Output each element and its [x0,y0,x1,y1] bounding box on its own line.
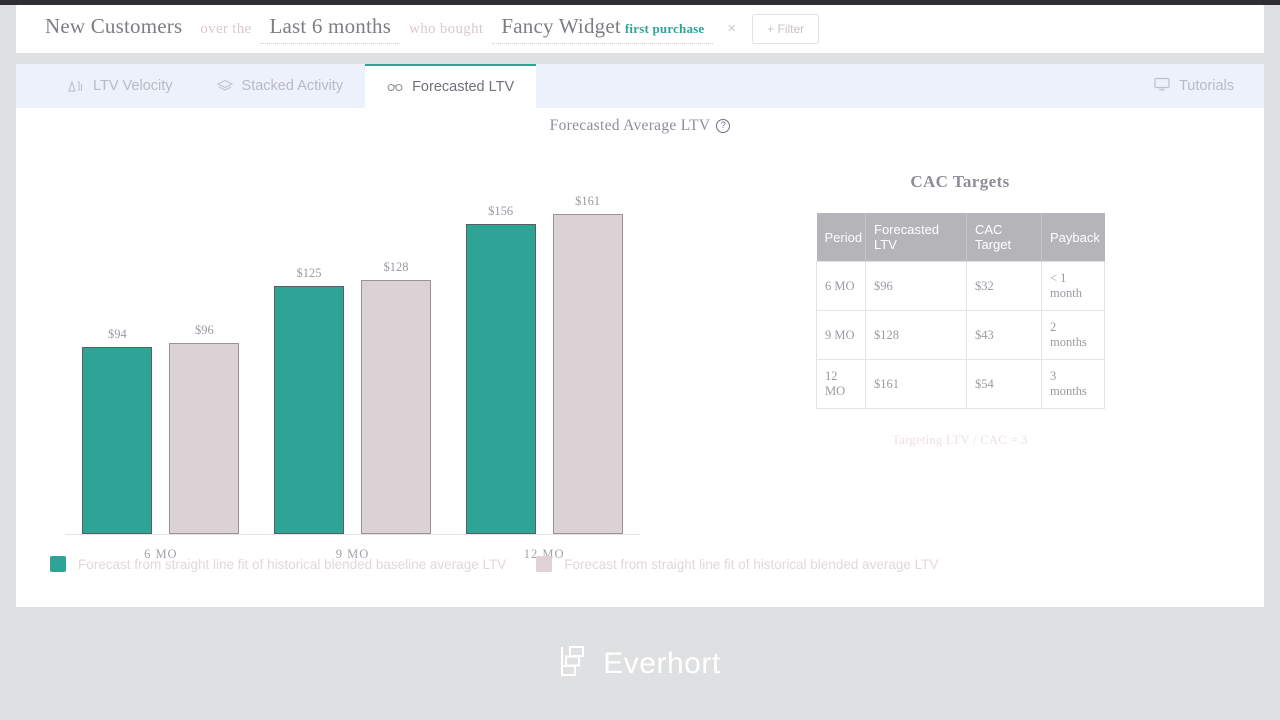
tab-ltv-velocity[interactable]: LTV Velocity [46,64,195,108]
tab-label: LTV Velocity [93,78,173,94]
query-segment-product[interactable]: Fancy Widget first purchase [492,14,714,44]
page-title: Forecasted Average LTV? [16,117,1264,135]
legend-item-baseline[interactable]: Forecast from straight line fit of histo… [50,556,506,572]
chart-bar[interactable] [552,214,623,534]
column-header-cac-target: CAC Target [966,213,1042,262]
column-header-period: Period [816,213,866,262]
chart-bar[interactable] [82,347,153,534]
table-cell: 9 MO [816,310,866,360]
chart-bar[interactable] [361,280,431,534]
query-segments: New Customers over the Last 6 months who… [16,14,820,44]
cac-targets-table: Period Forecasted LTV CAC Target Payback… [816,213,1105,409]
query-connector-over-the: over the [200,21,252,37]
tutorials-label: Tutorials [1178,78,1234,94]
table-cell: $32 [966,261,1042,311]
bar-value-label: $161 [575,194,601,208]
query-connector-who-bought: who bought [409,21,484,37]
table-cell: 12 MO [816,359,866,409]
table-cell: $54 [966,359,1042,409]
table-cell: $96 [865,261,967,311]
tutorials-button[interactable]: Tutorials [1154,64,1264,108]
cac-targets-section: CAC Targets Period Forecasted LTV CAC Ta… [816,172,1105,448]
legend-swatch-teal [50,556,66,572]
query-filter-bar: New Customers over the Last 6 months who… [16,5,1264,53]
layers-icon [216,78,233,94]
table-row: 6 MO $96 $32 < 1 month [816,261,1105,311]
brand-name: Everhort [603,646,721,680]
stacked-blocks-icon [559,645,589,682]
query-segment-timeframe[interactable]: Last 6 months [260,14,401,44]
add-filter-button[interactable]: + Filter [752,14,820,44]
cac-table-body: 6 MO $96 $32 < 1 month 9 MO $128 $43 2 months 12… [816,261,1105,409]
bar-value-label: $125 [296,266,322,280]
chart-bar[interactable] [465,224,536,534]
cac-title: CAC Targets [910,172,1010,191]
table-row: 9 MO $128 $43 2 months [816,310,1105,360]
footer: Everhort [0,607,1280,720]
chart-bar[interactable] [169,343,240,534]
column-header-payback: Payback [1041,213,1105,262]
query-product-tag: first purchase [624,21,705,36]
tab-label: Forecasted LTV [412,79,515,95]
table-row: 12 MO $161 $54 3 months [816,359,1105,409]
table-cell: 6 MO [816,261,866,311]
table-cell: $128 [865,310,967,360]
close-icon[interactable]: × [713,21,748,36]
table-cell: 3 months [1041,359,1105,409]
table-header-row: Period Forecasted LTV CAC Target Payback [816,213,1105,262]
bar-value-label: $94 [107,327,127,341]
velocity-chart-icon [68,78,84,94]
cac-table-head: Period Forecasted LTV CAC Target Payback [816,213,1105,262]
app-root: New Customers over the Last 6 months who… [0,0,1280,720]
tab-list: LTV Velocity Stacked Activity Forecasted… [16,64,537,108]
chart-bar[interactable] [274,286,344,534]
table-cell: 2 months [1041,310,1105,360]
legend-label: Forecast from straight line fit of histo… [564,556,939,572]
cac-note: Targeting LTV / CAC = 3 [892,433,1028,447]
query-product-name: Fancy Widget [501,14,621,38]
legend-label: Forecast from straight line fit of histo… [78,556,507,572]
table-cell: $161 [865,359,967,409]
bar-value-label: $96 [194,323,214,337]
legend-swatch-pink [536,556,553,572]
help-icon[interactable]: ? [716,119,731,133]
tab-forecasted-ltv[interactable]: Forecasted LTV [365,64,537,108]
bar-value-label: $128 [383,260,409,274]
forecast-bar-chart: $94 $96 6 MO $125 $128 9 MO $156 $161 12 MO [48,168,658,608]
x-axis-line [65,534,640,535]
tab-stacked-activity[interactable]: Stacked Activity [195,64,366,108]
table-cell: < 1 month [1041,261,1105,311]
column-header-forecasted-ltv: Forecasted LTV [865,213,967,262]
legend-item-blended[interactable]: Forecast from straight line fit of histo… [536,556,938,572]
chart-legend: Forecast from straight line fit of histo… [50,556,1230,572]
bar-value-label: $156 [488,204,514,218]
tab-bar: LTV Velocity Stacked Activity Forecasted… [16,64,1264,108]
query-segment-entity[interactable]: New Customers [36,14,191,39]
table-cell: $43 [966,310,1042,360]
page-title-text: Forecasted Average LTV [549,117,711,134]
main-panel: Forecasted Average LTV? $94 $96 6 MO $125 $1… [16,108,1264,607]
chart-plot-area: $94 $96 6 MO $125 $128 9 MO $156 $161 12 MO [65,178,640,598]
monitor-icon [1154,77,1170,95]
tab-label: Stacked Activity [241,78,344,94]
binoculars-icon [387,79,403,95]
